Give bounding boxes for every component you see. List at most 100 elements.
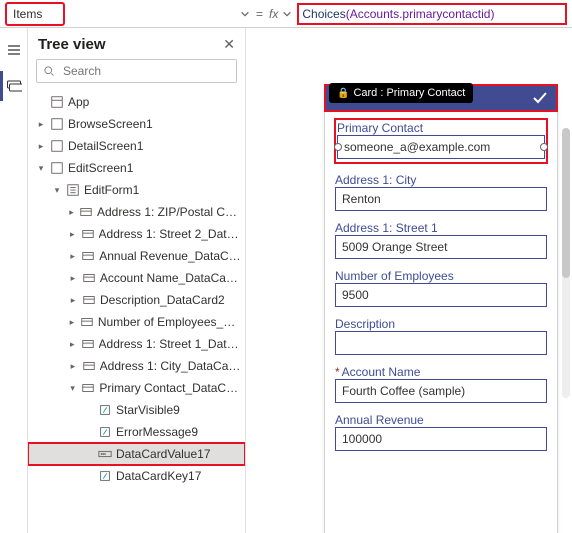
field-value: 100000 bbox=[342, 432, 382, 446]
combo-input[interactable]: someone_a@example.com bbox=[337, 135, 545, 159]
field-value: someone_a@example.com bbox=[344, 140, 490, 154]
tree-item-label: DataCardKey17 bbox=[116, 469, 201, 483]
card-icon bbox=[81, 381, 95, 395]
text-input[interactable]: Renton bbox=[335, 187, 547, 211]
tree-item[interactable]: ▸ BrowseScreen1 bbox=[28, 113, 245, 135]
text-input[interactable] bbox=[335, 331, 547, 355]
tree-item[interactable]: DataCardKey17 bbox=[28, 465, 245, 487]
tree-item-label: Address 1: Street 2_DataCard2 bbox=[99, 227, 241, 241]
tree-item[interactable]: ▸ Address 1: ZIP/Postal Code_DataCard bbox=[28, 201, 245, 223]
tree-item[interactable]: App bbox=[28, 91, 245, 113]
tree-item-label: Number of Employees_DataCard2 bbox=[98, 315, 241, 329]
tree-item[interactable]: ▸Description_DataCard2 bbox=[28, 289, 245, 311]
tree-item-label: ErrorMessage9 bbox=[116, 425, 198, 439]
field-label: Address 1: Street 1 bbox=[335, 221, 547, 235]
chevron-icon[interactable]: ▸ bbox=[68, 317, 76, 328]
card-chip[interactable]: 🔒 Card : Primary Contact bbox=[329, 83, 473, 103]
close-icon[interactable]: ✕ bbox=[223, 36, 235, 53]
input-icon bbox=[98, 447, 112, 461]
tree-item[interactable]: DataCardValue17 bbox=[28, 443, 245, 465]
text-input[interactable]: Fourth Coffee (sample) bbox=[335, 379, 547, 403]
canvas: 🔒 Card : Primary Contact Primary Contact… bbox=[246, 28, 572, 533]
tree-item[interactable]: ▸ Address 1: Street 1_DataCard2 bbox=[28, 333, 245, 355]
search-input[interactable] bbox=[61, 63, 230, 79]
tree-item[interactable]: ▾ EditScreen1 bbox=[28, 157, 245, 179]
field-label: Annual Revenue bbox=[335, 413, 547, 427]
property-label: Items bbox=[13, 7, 42, 21]
text-input[interactable]: 100000 bbox=[335, 427, 547, 451]
chevron-down-icon bbox=[240, 9, 250, 19]
search-box[interactable] bbox=[36, 59, 237, 83]
chevron-icon[interactable]: ▸ bbox=[68, 229, 77, 240]
tree-item-label: EditForm1 bbox=[84, 183, 139, 197]
field-value: Renton bbox=[342, 192, 381, 206]
chevron-icon[interactable]: ▾ bbox=[36, 163, 46, 174]
tree-item[interactable]: ▸ DetailScreen1 bbox=[28, 135, 245, 157]
equals-sign: = bbox=[256, 7, 263, 21]
formula-input[interactable]: Choices(Accounts.primarycontactid) bbox=[298, 4, 566, 24]
tree-item-label: Address 1: ZIP/Postal Code_DataCard bbox=[97, 205, 241, 219]
hamburger-icon[interactable] bbox=[2, 38, 26, 62]
text-input[interactable]: 5009 Orange Street bbox=[335, 235, 547, 259]
card-icon bbox=[82, 359, 96, 373]
chevron-icon[interactable]: ▸ bbox=[36, 119, 46, 130]
tree-item[interactable]: ▸ Address 1: Street 2_DataCard2 bbox=[28, 223, 245, 245]
tree-title: Tree view bbox=[38, 36, 106, 53]
tree-item-label: DetailScreen1 bbox=[68, 139, 143, 153]
chevron-icon[interactable]: ▸ bbox=[68, 273, 78, 284]
submit-check-icon[interactable] bbox=[531, 89, 549, 107]
app-icon bbox=[50, 95, 64, 109]
screen-icon bbox=[50, 161, 64, 175]
card-icon bbox=[82, 271, 96, 285]
tree-pane: Tree view ✕ App ▸ BrowseScreen1 ▸ DetailScre… bbox=[28, 28, 246, 533]
formula-bar: Items = fx Choices(Accounts.primaryconta… bbox=[0, 0, 572, 28]
tree-item[interactable]: ▾ EditForm1 bbox=[28, 179, 245, 201]
card-header: 🔒 Card : Primary Contact bbox=[325, 85, 557, 111]
tree-item-label: Address 1: Street 1_DataCard2 bbox=[99, 337, 241, 351]
field-value: 5009 Orange Street bbox=[342, 240, 447, 254]
tree-item[interactable]: ▾ Primary Contact_DataCard1 bbox=[28, 377, 245, 399]
tree-item-label: DataCardValue17 bbox=[116, 447, 211, 461]
text-input[interactable]: 9500 bbox=[335, 283, 547, 307]
tree-item[interactable]: ▸ Address 1: City_DataCard2 bbox=[28, 355, 245, 377]
chevron-icon[interactable]: ▾ bbox=[68, 383, 77, 394]
tree-item-label: Primary Contact_DataCard1 bbox=[99, 381, 241, 395]
screen-icon bbox=[50, 139, 64, 153]
tree-item[interactable]: ▸ Account Name_DataCard2 bbox=[28, 267, 245, 289]
search-icon bbox=[43, 65, 55, 77]
ctrl-icon bbox=[98, 403, 112, 417]
chevron-icon[interactable]: ▸ bbox=[36, 141, 46, 152]
chevron-icon[interactable]: ▾ bbox=[52, 185, 62, 196]
tree-item-label: EditScreen1 bbox=[68, 161, 133, 175]
property-dropdown-full[interactable] bbox=[70, 3, 250, 25]
form-icon bbox=[66, 183, 80, 197]
phone-preview: 🔒 Card : Primary Contact Primary Contact… bbox=[324, 84, 558, 533]
card-chip-label: Card : Primary Contact bbox=[353, 87, 465, 99]
canvas-scrollbar[interactable] bbox=[562, 128, 570, 398]
chevron-icon[interactable]: ▸ bbox=[68, 207, 75, 218]
lock-icon: 🔒 bbox=[337, 88, 349, 99]
chevron-icon[interactable]: ▸ bbox=[68, 339, 77, 350]
field-label: Primary Contact bbox=[337, 121, 545, 135]
tree-item[interactable]: ▸ Number of Employees_DataCard2 bbox=[28, 311, 245, 333]
chevron-icon[interactable]: ▸ bbox=[68, 361, 78, 372]
tree-item[interactable]: ▸Annual Revenue_DataCard2 bbox=[28, 245, 245, 267]
tree-list[interactable]: App ▸ BrowseScreen1 ▸ DetailScreen1 ▾ EditScre… bbox=[28, 91, 245, 533]
form-body: Primary Contact someone_a@example.com Addr… bbox=[325, 111, 557, 459]
tree-item-label: Account Name_DataCard2 bbox=[100, 271, 241, 285]
chevron-icon[interactable]: ▸ bbox=[68, 295, 78, 306]
card-icon bbox=[81, 337, 95, 351]
tree-item-label: Address 1: City_DataCard2 bbox=[100, 359, 241, 373]
tree-item[interactable]: ErrorMessage9 bbox=[28, 421, 245, 443]
scrollbar-thumb[interactable] bbox=[562, 128, 570, 278]
tree-item-label: BrowseScreen1 bbox=[68, 117, 153, 131]
screen-icon bbox=[50, 117, 64, 131]
chevron-icon[interactable]: ▸ bbox=[68, 251, 77, 262]
property-dropdown[interactable]: Items bbox=[6, 3, 64, 25]
ctrl-icon bbox=[98, 425, 112, 439]
tree-item[interactable]: StarVisible9 bbox=[28, 399, 245, 421]
tree-view-icon[interactable] bbox=[2, 74, 26, 98]
card-icon bbox=[81, 249, 95, 263]
field-label: Address 1: City bbox=[335, 173, 547, 187]
field-label: Description bbox=[335, 317, 547, 331]
